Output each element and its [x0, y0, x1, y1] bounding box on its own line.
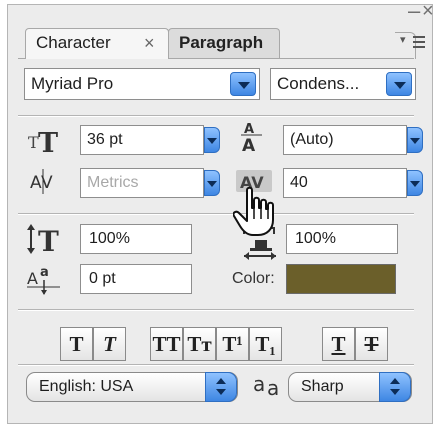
- baseline-shift-icon: A a: [26, 264, 66, 301]
- antialias-select[interactable]: Sharp: [288, 372, 412, 402]
- minimize-icon[interactable]: –: [408, 0, 420, 22]
- vertical-scale-icon: T: [26, 222, 70, 261]
- language-value: English: USA: [39, 378, 134, 395]
- faux-italic-button[interactable]: T: [93, 327, 126, 361]
- font-style-value: Condens...: [277, 74, 360, 93]
- stepper-icon[interactable]: [379, 372, 411, 402]
- divider: [18, 214, 414, 215]
- antialias-icon: a a: [252, 371, 288, 406]
- svg-text:T: T: [38, 128, 58, 156]
- all-caps-button[interactable]: TT: [150, 327, 183, 361]
- chevron-down-icon[interactable]: [204, 170, 220, 196]
- svg-text:T: T: [38, 225, 59, 256]
- menu-arrow-icon: ▾: [400, 34, 406, 46]
- leading-field[interactable]: (Auto): [283, 125, 407, 155]
- baseline-shift-field[interactable]: 0 pt: [80, 264, 192, 294]
- tab-close-icon[interactable]: ×: [144, 29, 155, 57]
- svg-text:a: a: [40, 265, 49, 280]
- language-select[interactable]: English: USA: [26, 372, 238, 402]
- svg-text:a: a: [267, 376, 279, 400]
- antialias-value: Sharp: [301, 378, 344, 395]
- svg-text:a: a: [253, 372, 265, 396]
- font-size-field[interactable]: 36 pt: [80, 125, 204, 155]
- hand-cursor-icon: [232, 186, 279, 243]
- divider: [18, 310, 414, 311]
- font-style-select[interactable]: Condens...: [270, 68, 416, 100]
- chevron-down-icon[interactable]: [407, 170, 423, 196]
- small-caps-button[interactable]: Tт: [183, 327, 216, 361]
- font-family-select[interactable]: Myriad Pro: [24, 68, 260, 100]
- chevron-down-icon[interactable]: [230, 72, 256, 96]
- tab-paragraph[interactable]: Paragraph: [168, 28, 280, 58]
- color-label: Color:: [232, 270, 275, 287]
- stepper-icon[interactable]: [205, 372, 237, 402]
- chevron-down-icon[interactable]: [386, 72, 412, 96]
- strikethrough-button[interactable]: T: [355, 327, 388, 361]
- font-size-icon: T T: [28, 124, 64, 161]
- divider: [18, 116, 414, 117]
- tab-character-label: Character: [36, 33, 111, 52]
- menu-lines-icon: [413, 36, 425, 51]
- tab-paragraph-label: Paragraph: [179, 33, 264, 52]
- kerning-field[interactable]: Metrics: [80, 168, 204, 198]
- color-swatch[interactable]: [286, 264, 396, 294]
- close-icon[interactable]: ×: [422, 0, 434, 22]
- underline-button[interactable]: T: [322, 327, 355, 361]
- subscript-button[interactable]: T₁: [249, 327, 282, 361]
- panel-menu-button[interactable]: ▾: [396, 30, 432, 52]
- svg-text:A: A: [242, 136, 256, 156]
- tab-character[interactable]: Character ×: [25, 28, 169, 59]
- faux-bold-button[interactable]: T: [60, 327, 93, 361]
- chevron-down-icon[interactable]: [407, 127, 423, 153]
- tracking-field[interactable]: 40: [283, 168, 407, 198]
- superscript-button[interactable]: T¹: [216, 327, 249, 361]
- horizontal-scale-field[interactable]: 100%: [286, 224, 398, 254]
- divider: [18, 365, 414, 366]
- kerning-icon: A V: [28, 166, 62, 201]
- chevron-down-icon[interactable]: [204, 127, 220, 153]
- svg-text:A: A: [27, 269, 38, 288]
- font-family-value: Myriad Pro: [31, 74, 114, 93]
- vertical-scale-field[interactable]: 100%: [80, 224, 192, 254]
- leading-icon: A A: [238, 120, 266, 161]
